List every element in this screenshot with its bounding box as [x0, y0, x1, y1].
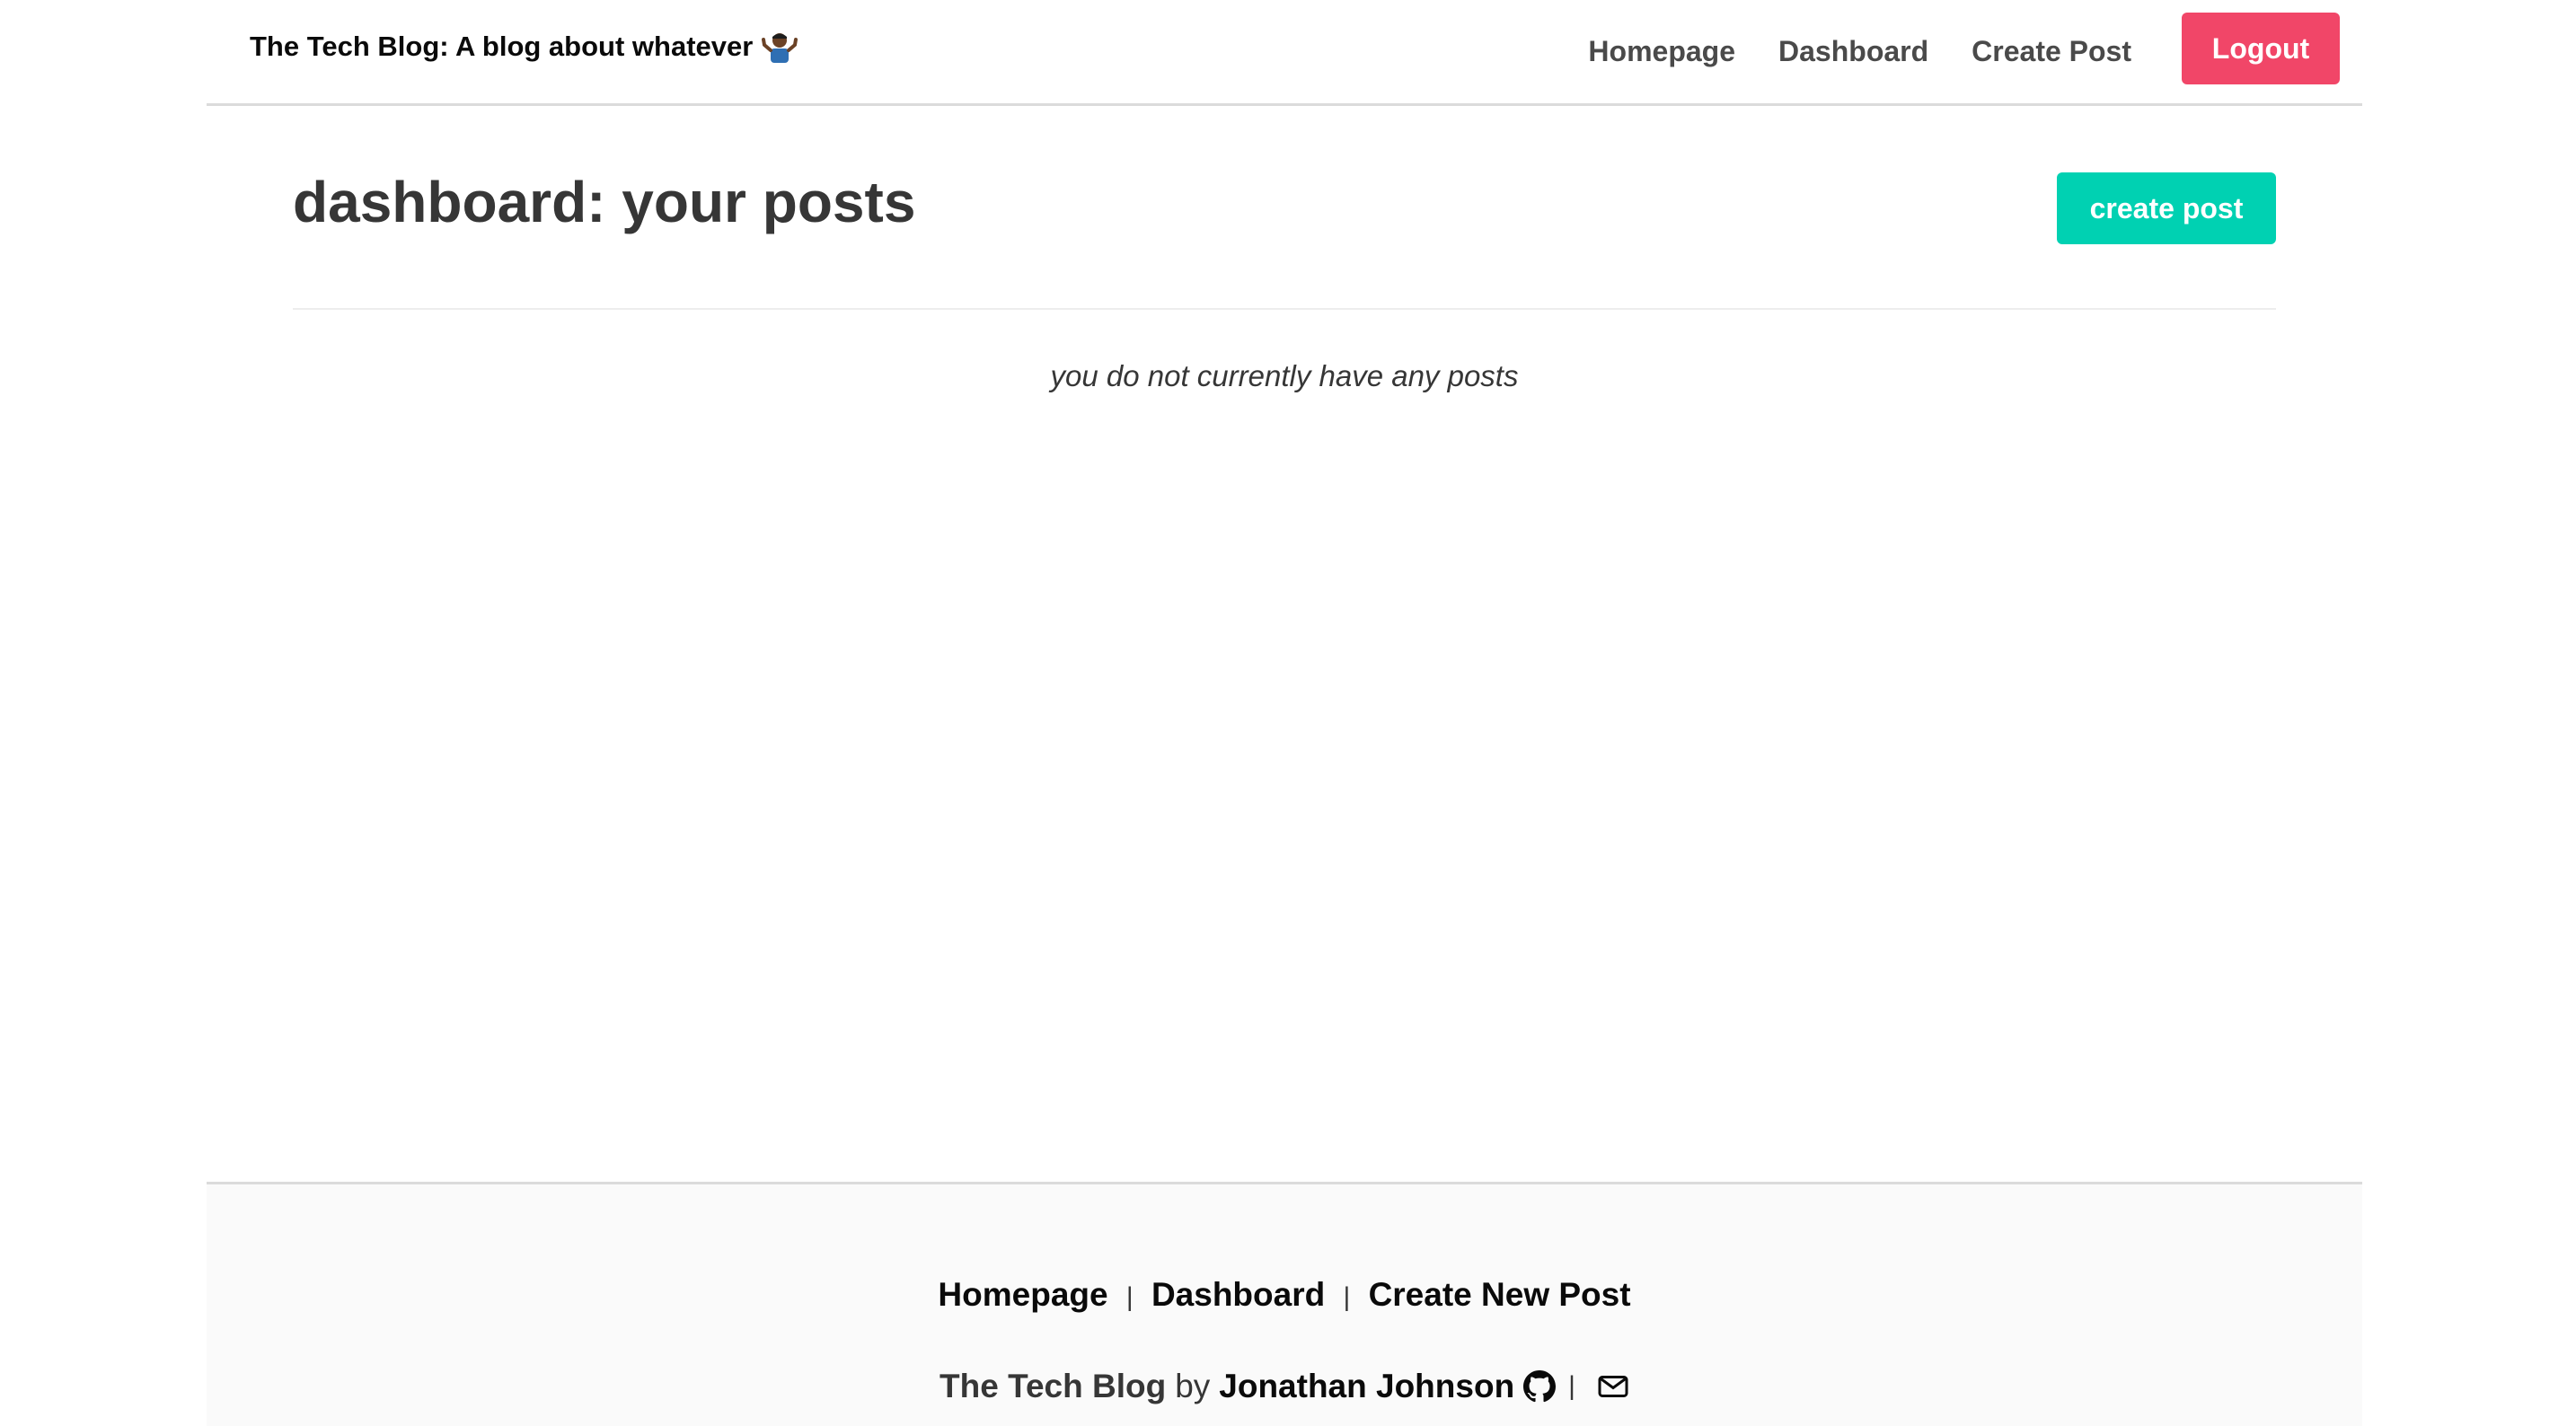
navbar: The Tech Blog: A blog about whatever Hom…	[207, 0, 2362, 106]
person-shrugging-icon	[762, 33, 798, 63]
footer-create-new-post-link[interactable]: Create New Post	[1369, 1276, 1631, 1313]
envelope-icon[interactable]	[1597, 1370, 1629, 1403]
nav-dashboard-link[interactable]: Dashboard	[1778, 30, 1928, 68]
footer-separator: |	[1343, 1282, 1351, 1312]
page-title: dashboard: your posts	[293, 170, 916, 234]
footer-by-text: by	[1175, 1368, 1211, 1404]
nav-homepage-link[interactable]: Homepage	[1588, 30, 1735, 68]
footer-author-link[interactable]: Jonathan Johnson	[1219, 1368, 1514, 1405]
footer-dashboard-link[interactable]: Dashboard	[1151, 1276, 1325, 1313]
footer-separator: |	[1568, 1371, 1575, 1401]
create-post-button[interactable]: create post	[2057, 172, 2276, 244]
empty-posts-message: you do not currently have any posts	[1050, 359, 1519, 392]
footer-links: Homepage | Dashboard | Create New Post	[207, 1276, 2362, 1314]
main-container: The Tech Blog: A blog about whatever Hom…	[207, 0, 2362, 1426]
brand-link[interactable]: The Tech Blog: A blog about whatever	[250, 29, 798, 65]
footer-blog-name: The Tech Blog	[940, 1368, 1167, 1404]
footer-credit: The Tech Blog by Jonathan Johnson |	[207, 1368, 2362, 1405]
page: The Tech Blog: A blog about whatever Hom…	[0, 0, 2576, 1426]
nav-menu: Homepage Dashboard Create Post Logout	[1588, 13, 2340, 84]
nav-create-post-link[interactable]: Create Post	[1972, 30, 2131, 68]
section-divider	[293, 308, 2276, 310]
footer: Homepage | Dashboard | Create New Post T…	[207, 1182, 2362, 1426]
footer-separator: |	[1125, 1282, 1134, 1312]
github-icon[interactable]	[1523, 1370, 1557, 1403]
footer-homepage-link[interactable]: Homepage	[938, 1276, 1107, 1313]
logout-button[interactable]: Logout	[2182, 13, 2340, 84]
brand-title: The Tech Blog: A blog about whatever	[250, 31, 754, 62]
